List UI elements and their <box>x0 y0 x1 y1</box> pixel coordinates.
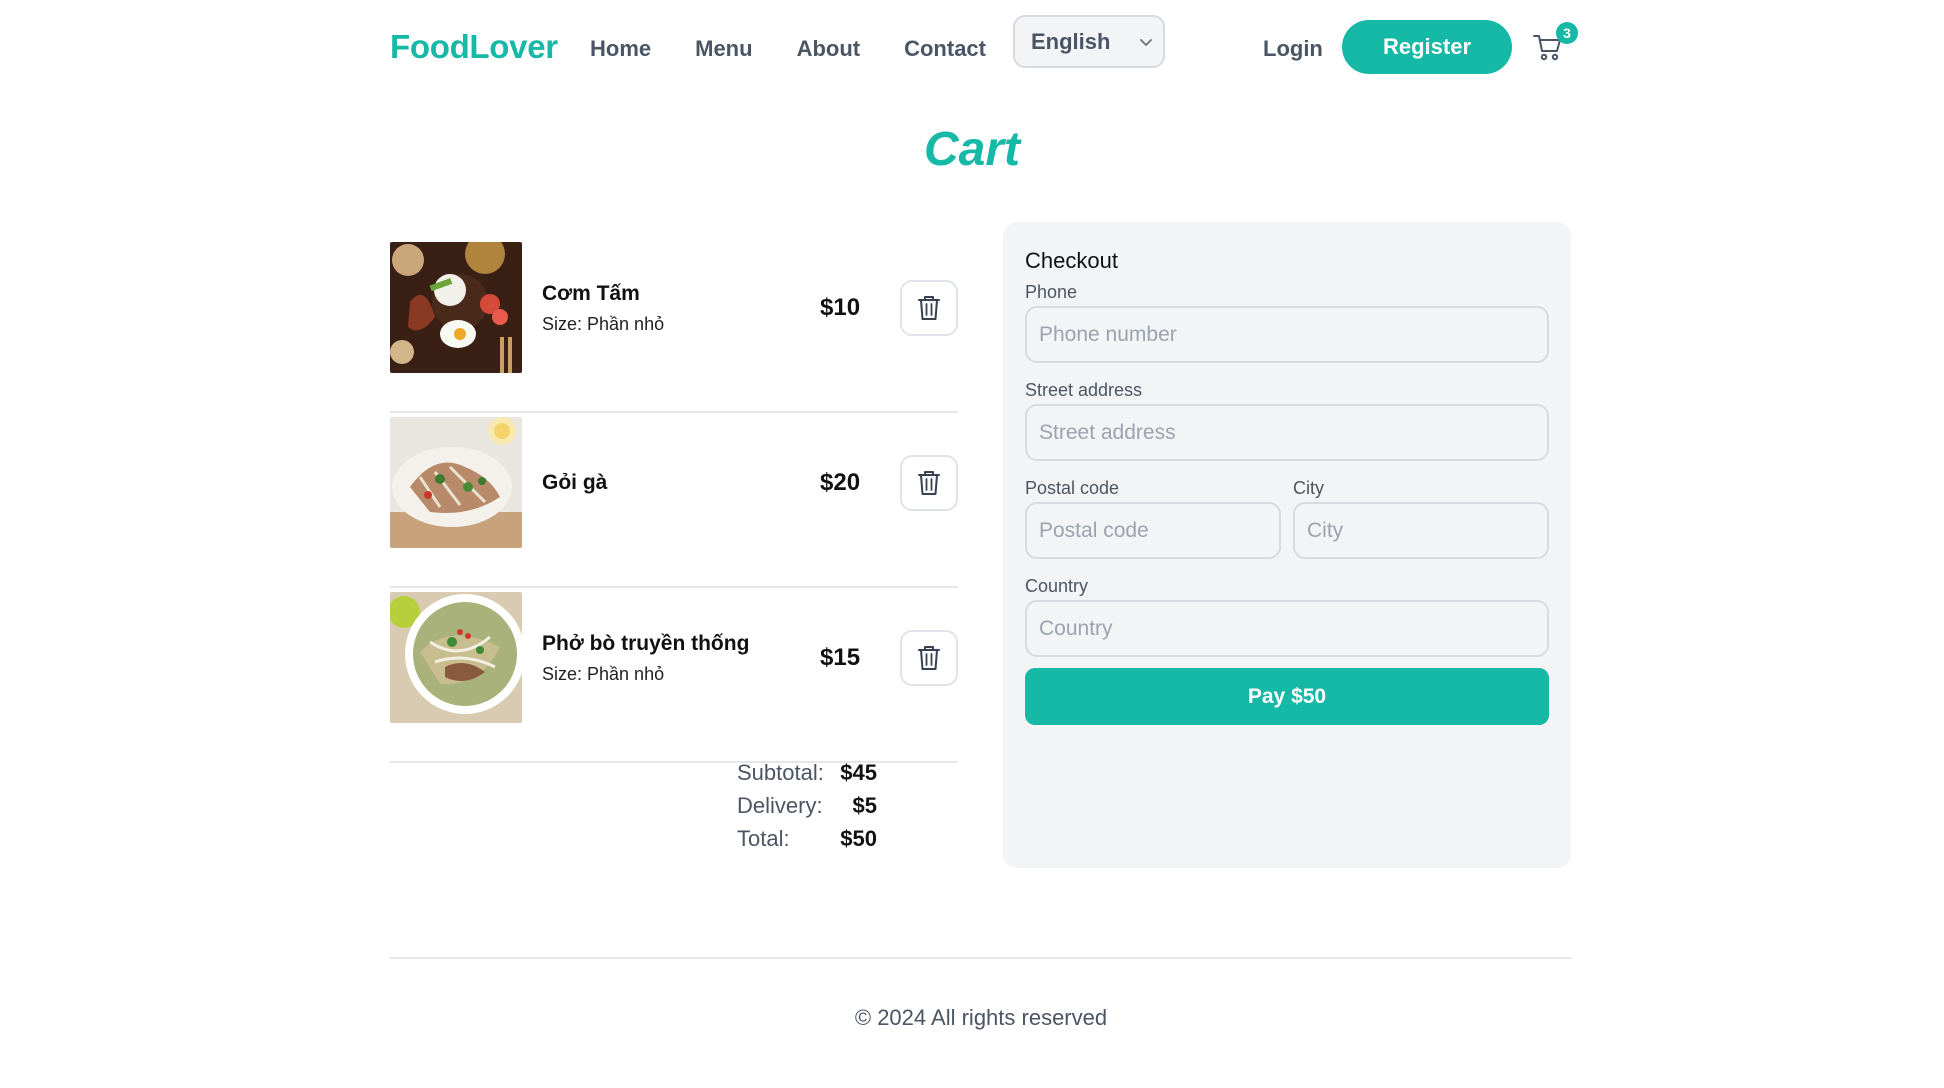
delete-item-button[interactable] <box>900 630 958 686</box>
subtotal-row: Subtotal: $45 <box>737 760 877 793</box>
item-name: Gỏi gà <box>542 471 608 494</box>
language-selected-value: English <box>1031 28 1111 54</box>
city-label: City <box>1293 478 1324 498</box>
cart-item: Gỏi gà $20 <box>390 413 958 588</box>
item-name: Phở bò truyền thống <box>542 631 750 655</box>
cart-list: Cơm Tấm Size: Phần nhỏ $10 Gỏi gà $20 Ph… <box>390 238 958 763</box>
phone-input[interactable] <box>1025 306 1549 363</box>
item-size: Size: Phần nhỏ <box>542 313 665 334</box>
site-header: FoodLover Home Menu About Contact Englis… <box>390 0 1590 100</box>
trash-icon <box>918 471 940 495</box>
nav-menu[interactable]: Menu <box>695 36 752 62</box>
subtotal-label: Subtotal: <box>737 760 824 785</box>
trash-icon <box>918 646 940 670</box>
nav-home[interactable]: Home <box>590 36 651 62</box>
street-address-label: Street address <box>1025 380 1143 400</box>
delete-item-button[interactable] <box>900 280 958 336</box>
goi-ga-photo <box>390 417 522 548</box>
register-button[interactable]: Register <box>1342 20 1512 74</box>
item-price: $10 <box>820 294 861 321</box>
checkout-title: Checkout <box>1025 248 1118 273</box>
login-link[interactable]: Login <box>1263 36 1323 62</box>
item-price: $20 <box>820 469 861 496</box>
site-logo[interactable]: FoodLover <box>390 28 558 66</box>
delivery-label: Delivery: <box>737 793 823 818</box>
item-info: Cơm Tấm Size: Phần nhỏ <box>542 238 664 378</box>
item-price: $15 <box>820 644 861 671</box>
footer-copyright: © 2024 All rights reserved <box>854 1005 1108 1030</box>
postal-code-input[interactable] <box>1025 502 1281 559</box>
cart-summary: Subtotal: $45 Delivery: $5 Total: $50 <box>737 760 877 859</box>
postal-code-label: Postal code <box>1025 478 1120 498</box>
cart-count-badge: 3 <box>1556 22 1578 44</box>
nav-about[interactable]: About <box>797 36 861 62</box>
phone-label: Phone <box>1025 282 1078 302</box>
country-input[interactable] <box>1025 600 1549 657</box>
total-value: $50 <box>840 826 877 851</box>
com-tam-photo <box>390 242 522 373</box>
subtotal-value: $45 <box>840 760 877 785</box>
city-input[interactable] <box>1293 502 1549 559</box>
item-name: Cơm Tấm <box>542 281 640 305</box>
chevron-down-icon <box>1140 39 1152 47</box>
item-size: Size: Phần nhỏ <box>542 663 665 684</box>
checkout-panel: Checkout Phone Street address Postal cod… <box>1003 222 1571 868</box>
language-select[interactable]: English <box>1013 15 1165 68</box>
street-address-input[interactable] <box>1025 404 1549 461</box>
nav-contact[interactable]: Contact <box>904 36 986 62</box>
trash-icon <box>918 296 940 320</box>
delivery-row: Delivery: $5 <box>737 793 877 826</box>
pay-button[interactable]: Pay $50 <box>1025 668 1549 725</box>
total-row: Total: $50 <box>737 826 877 859</box>
item-info: Phở bò truyền thống Size: Phần nhỏ <box>542 588 749 728</box>
delivery-value: $5 <box>852 793 877 818</box>
cart-item: Cơm Tấm Size: Phần nhỏ $10 <box>390 238 958 413</box>
main-nav: Home Menu About Contact <box>590 36 986 62</box>
delete-item-button[interactable] <box>900 455 958 511</box>
cart-item: Phở bò truyền thống Size: Phần nhỏ $15 <box>390 588 958 763</box>
item-info: Gỏi gà <box>542 413 607 553</box>
page-title: Cart <box>923 123 1021 176</box>
total-label: Total: <box>737 826 790 851</box>
country-label: Country <box>1025 576 1089 596</box>
pho-bo-photo <box>390 592 522 723</box>
footer-divider <box>390 957 1572 959</box>
